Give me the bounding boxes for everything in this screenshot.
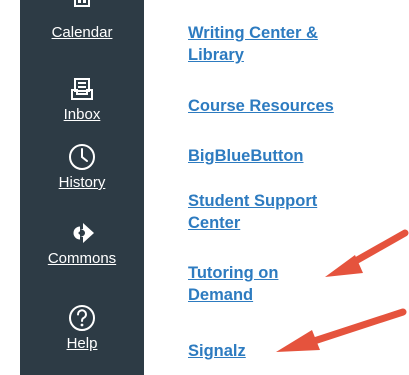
annotation-arrow-signalz (276, 308, 407, 352)
commons-arrow-icon (67, 218, 97, 248)
annotation-arrow-tutoring (325, 229, 409, 277)
nav-calendar-label: Calendar (51, 24, 113, 41)
link-course-resources-label: Course Resources (188, 97, 334, 115)
nav-commons-label: Commons (47, 250, 117, 267)
link-student-support-center[interactable]: Student Support Center (188, 190, 317, 234)
nav-history[interactable]: History (20, 142, 144, 192)
inbox-icon (67, 74, 97, 104)
global-nav-sidebar: Calendar Inbox History Commons Help (20, 0, 144, 375)
link-tutoring-on-demand[interactable]: Tutoring on Demand (188, 262, 278, 306)
link-writing-center-line1: Writing Center & (188, 24, 318, 42)
link-tutoring-line2: Demand (188, 286, 254, 304)
link-student-support-line1: Student Support (188, 192, 318, 210)
link-bigbluebutton-label: BigBlueButton (188, 147, 304, 165)
nav-history-label: History (58, 174, 106, 191)
help-question-icon (67, 303, 97, 333)
link-writing-center-line2: Library (188, 46, 244, 64)
nav-help-label: Help (66, 335, 98, 352)
link-bigbluebutton[interactable]: BigBlueButton (188, 145, 303, 167)
link-signalz-label: Signalz (188, 342, 246, 360)
link-signalz[interactable]: Signalz (188, 340, 246, 362)
link-tutoring-line1: Tutoring on (188, 264, 279, 282)
calendar-icon (67, 0, 97, 22)
nav-commons[interactable]: Commons (20, 218, 144, 268)
nav-help[interactable]: Help (20, 303, 144, 353)
nav-inbox-label: Inbox (63, 106, 101, 123)
link-student-support-line2: Center (188, 214, 241, 232)
link-course-resources[interactable]: Course Resources (188, 95, 334, 117)
clock-icon (67, 142, 97, 172)
link-writing-center-library[interactable]: Writing Center & Library (188, 22, 318, 66)
nav-inbox[interactable]: Inbox (20, 74, 144, 124)
nav-calendar[interactable]: Calendar (20, 0, 144, 42)
